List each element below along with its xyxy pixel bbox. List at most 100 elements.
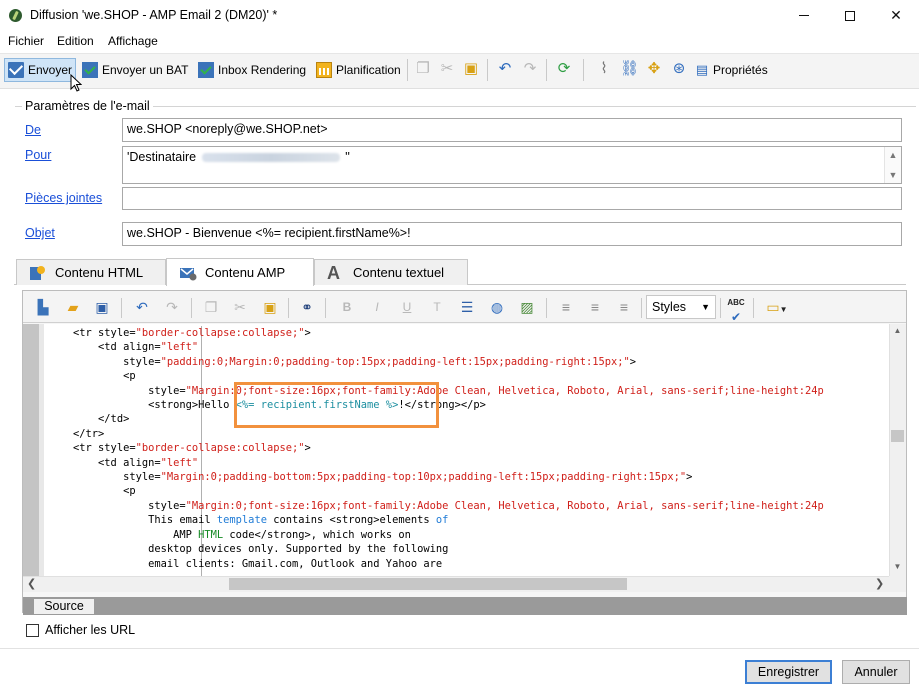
underline-icon[interactable]: U [397,296,417,318]
scroll-up-icon[interactable]: ▲ [889,326,906,338]
attachments-link[interactable]: Pièces jointes [25,191,102,205]
tab-text-content[interactable]: A Contenu textuel [314,259,468,285]
properties-label: Propriétés [713,63,768,77]
from-field[interactable]: we.SHOP <noreply@we.SHOP.net> [122,118,902,142]
align-left-icon[interactable]: ≡ [556,296,576,318]
properties-button[interactable]: ▤ Propriétés [692,58,771,82]
send-proof-button[interactable]: Envoyer un BAT [79,58,191,82]
personalization-dropdown-icon[interactable]: ▭▼ [761,296,793,318]
envelope-icon [8,62,24,78]
scroll-up-icon: ▲ [888,150,898,160]
editor-toolbar-divider [191,298,192,318]
styles-dropdown-label: Styles [652,300,687,314]
maximize-icon [845,10,855,21]
window-title: Diffusion 'we.SHOP - AMP Email 2 (DM20)'… [30,8,278,22]
tab-amp-content[interactable]: Contenu AMP [166,258,314,286]
schedule-button[interactable]: Planification [313,58,404,82]
undo-icon[interactable]: ↶ [496,60,514,78]
bold-icon[interactable]: B [337,296,357,318]
save-button[interactable]: Enregistrer [745,660,832,684]
editor-cut-icon[interactable]: ✂ [230,296,250,318]
editor-redo-icon[interactable]: ↷ [162,296,182,318]
mouse-pointer-icon [70,74,82,92]
inbox-rendering-button[interactable]: Inbox Rendering [195,58,309,82]
insert-image-icon[interactable]: ▨ [517,296,537,318]
attachments-field[interactable] [122,187,902,210]
spellcheck-icon[interactable]: ABC ✔ [726,296,746,324]
show-urls-checkbox[interactable] [26,624,39,637]
code-text[interactable]: <tr style="border-collapse:collapse;"> <… [48,326,888,576]
from-link[interactable]: De [25,123,41,137]
insert-link-globe-icon[interactable]: ◍ [487,296,507,318]
menu-affichage[interactable]: Affichage [108,34,158,48]
cut-icon[interactable]: ✂ [438,60,456,78]
italic-icon[interactable]: I [367,296,387,318]
code-gutter [23,324,39,576]
show-urls-label: Afficher les URL [45,623,136,637]
inbox-rendering-label: Inbox Rendering [218,63,307,77]
envelope-check-icon [82,62,98,78]
editor-copy-icon[interactable]: ❐ [201,296,221,318]
align-right-icon[interactable]: ≡ [614,296,634,318]
amp-content-icon [179,265,197,281]
editor-toolbar-divider [753,298,754,318]
tab-source[interactable]: Source [33,598,95,615]
editor-toolbar-divider [288,298,289,318]
subject-link[interactable]: Objet [25,226,55,240]
to-link[interactable]: Pour [25,148,51,162]
close-button[interactable]: ✕ [873,0,919,31]
target-icon[interactable]: ⊛ [670,60,688,78]
send-proof-label: Envoyer un BAT [102,63,189,77]
scroll-left-icon[interactable]: ❮ [27,577,36,590]
editor-toolbar-divider [121,298,122,318]
editor-toolbar-divider [546,298,547,318]
horizontal-scroll-thumb[interactable] [229,578,627,590]
code-fold-column [39,324,44,576]
editor-toolbar-divider [641,298,642,318]
highlight-annotation-box [234,382,439,428]
code-vertical-scrollbar[interactable] [889,324,906,576]
vertical-scroll-thumb[interactable] [891,430,904,442]
refresh-icon[interactable]: ⟳ [555,60,573,78]
editor-paste-icon[interactable]: ▣ [260,296,280,318]
to-field[interactable]: 'Destinataire '' ▲ ▼ [122,146,902,184]
minimize-icon [799,15,809,16]
bullet-list-icon[interactable]: ☰ [457,296,477,318]
to-field-scrollbar[interactable]: ▲ ▼ [884,147,901,183]
editor-toolbar-divider [720,298,721,318]
scroll-right-icon[interactable]: ❯ [875,577,884,590]
editor-undo-icon[interactable]: ↶ [132,296,152,318]
maximize-button[interactable] [827,0,873,31]
toolbar-divider [407,59,408,81]
toolbar-divider [487,59,488,81]
find-binoculars-icon[interactable]: ⚭ [297,296,317,318]
send-button-label: Envoyer [28,63,73,77]
redo-icon[interactable]: ↷ [521,60,539,78]
tab-html-label: Contenu HTML [55,265,144,280]
calendar-icon [316,62,332,78]
paste-icon[interactable]: ▣ [462,60,480,78]
cancel-button[interactable]: Annuler [842,660,910,684]
styles-dropdown[interactable]: Styles ▼ [646,295,716,319]
redacted-email [201,153,340,163]
save-icon[interactable]: ▣ [92,296,112,318]
scroll-down-icon[interactable]: ▼ [889,562,906,574]
clear-format-icon[interactable]: T [427,296,447,318]
app-logo-icon [9,9,22,22]
menu-edition[interactable]: Edition [57,34,94,48]
link-icon[interactable]: ⛓ [620,60,639,78]
scroll-down-icon: ▼ [888,170,898,180]
copy-icon[interactable]: ❐ [414,60,432,78]
open-folder-icon[interactable]: ▰ [63,296,83,318]
send-button[interactable]: Envoyer [4,58,77,82]
scrollbar-corner [889,576,906,592]
attachment-icon[interactable]: ⌇ [595,60,613,78]
tab-html-content[interactable]: Contenu HTML [16,259,166,285]
subject-field[interactable]: we.SHOP - Bienvenue <%= recipient.firstN… [122,222,902,246]
menu-fichier[interactable]: Fichier [8,34,44,48]
footer-divider [0,648,919,649]
minimize-button[interactable] [781,0,827,31]
align-center-icon[interactable]: ≡ [585,296,605,318]
new-document-icon[interactable]: ▙ [33,296,53,318]
gift-icon[interactable]: ✥ [645,60,663,78]
